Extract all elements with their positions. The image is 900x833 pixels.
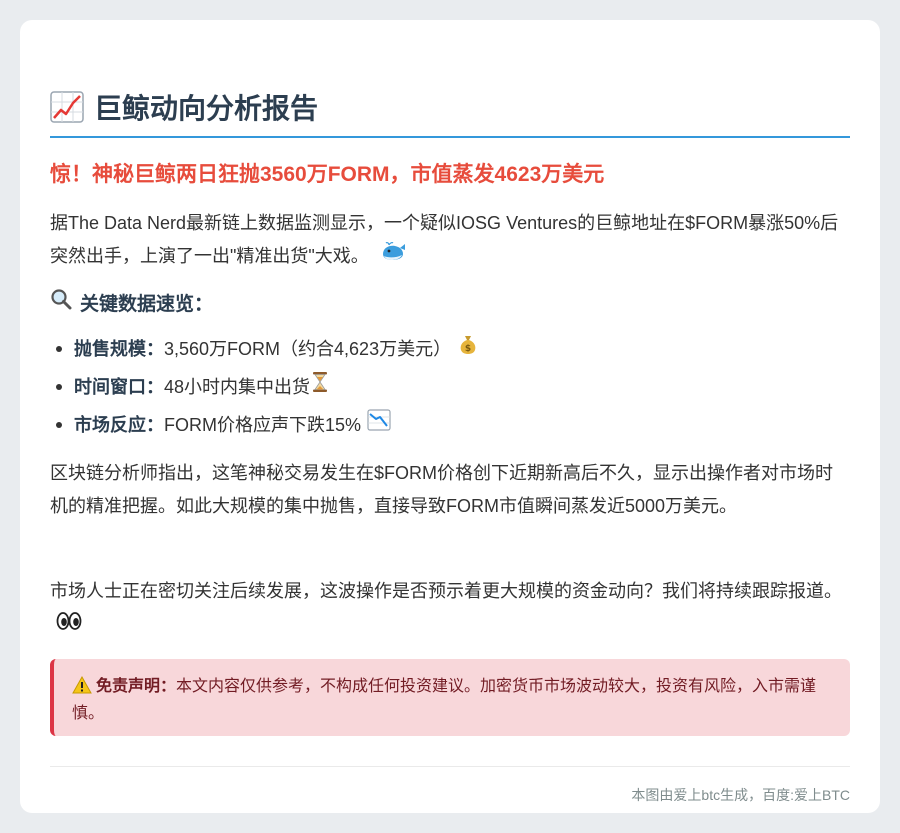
page-title: 巨鲸动向分析报告 (94, 93, 319, 124)
eyes-icon (56, 609, 82, 642)
magnifying-glass-icon (50, 288, 72, 316)
item-label: 时间窗口： (74, 377, 164, 397)
item-value: 48小时内集中出货 (164, 377, 311, 397)
hourglass-icon (312, 368, 328, 406)
list-item: 抛售规模： 3,560万FORM（约合4,623万美元） $ (50, 330, 850, 368)
item-value: 3,560万FORM（约合4,623万美元） (164, 339, 452, 359)
key-data-heading: 关键数据速览： (50, 288, 213, 316)
intro-paragraph: 据The Data Nerd最新链上数据监测显示，一个疑似IOSG Ventur… (50, 207, 850, 274)
item-label: 抛售规模： (74, 339, 164, 359)
disclaimer-label: 免责声明： (96, 678, 177, 695)
list-item: 时间窗口： 48小时内集中出货 (50, 368, 850, 406)
outlook-paragraph: 市场人士正在密切关注后续发展，这波操作是否预示着更大规模的资金动向？我们将持续跟… (50, 575, 850, 642)
disclaimer-box: 免责声明：本文内容仅供参考，不构成任何投资建议。加密货币市场波动较大，投资有风险… (50, 659, 850, 736)
warning-icon (72, 675, 92, 702)
item-value: FORM价格应声下跌15% (164, 415, 362, 435)
intro-text: 据The Data Nerd最新链上数据监测显示，一个疑似IOSG Ventur… (50, 213, 839, 266)
list-item: 市场反应： FORM价格应声下跌15% (50, 406, 850, 444)
outlook-text: 市场人士正在密切关注后续发展，这波操作是否预示着更大规模的资金动向？我们将持续跟… (50, 581, 842, 601)
bullet-dot (56, 384, 62, 390)
footer-divider (50, 766, 850, 767)
key-data-list: 抛售规模： 3,560万FORM（约合4,623万美元） $ 时间窗口： 48小… (50, 330, 850, 444)
chart-decreasing-icon (367, 406, 391, 444)
key-data-title: 关键数据速览： (80, 293, 214, 315)
whale-icon (380, 241, 406, 274)
money-bag-icon: $ (457, 330, 479, 368)
news-headline: 惊！神秘巨鲸两日狂抛3560万FORM，市值蒸发4623万美元 (50, 163, 605, 186)
report-card: 巨鲸动向分析报告 惊！神秘巨鲸两日狂抛3560万FORM，市值蒸发4623万美元… (20, 20, 880, 813)
item-label: 市场反应： (74, 415, 164, 435)
report-header: 巨鲸动向分析报告 (50, 86, 850, 138)
footer-credit: 本图由爱上btc生成，百度:爱上BTC (631, 787, 850, 803)
bullet-dot (56, 346, 62, 352)
analysis-paragraph: 区块链分析师指出，这笔神秘交易发生在$FORM价格创下近期新高后不久，显示出操作… (50, 463, 833, 516)
disclaimer-text: 本文内容仅供参考，不构成任何投资建议。加密货币市场波动较大，投资有风险，入市需谨… (72, 678, 817, 722)
bullet-dot (56, 422, 62, 428)
svg-text:$: $ (465, 344, 471, 354)
chart-increasing-icon (50, 91, 84, 123)
